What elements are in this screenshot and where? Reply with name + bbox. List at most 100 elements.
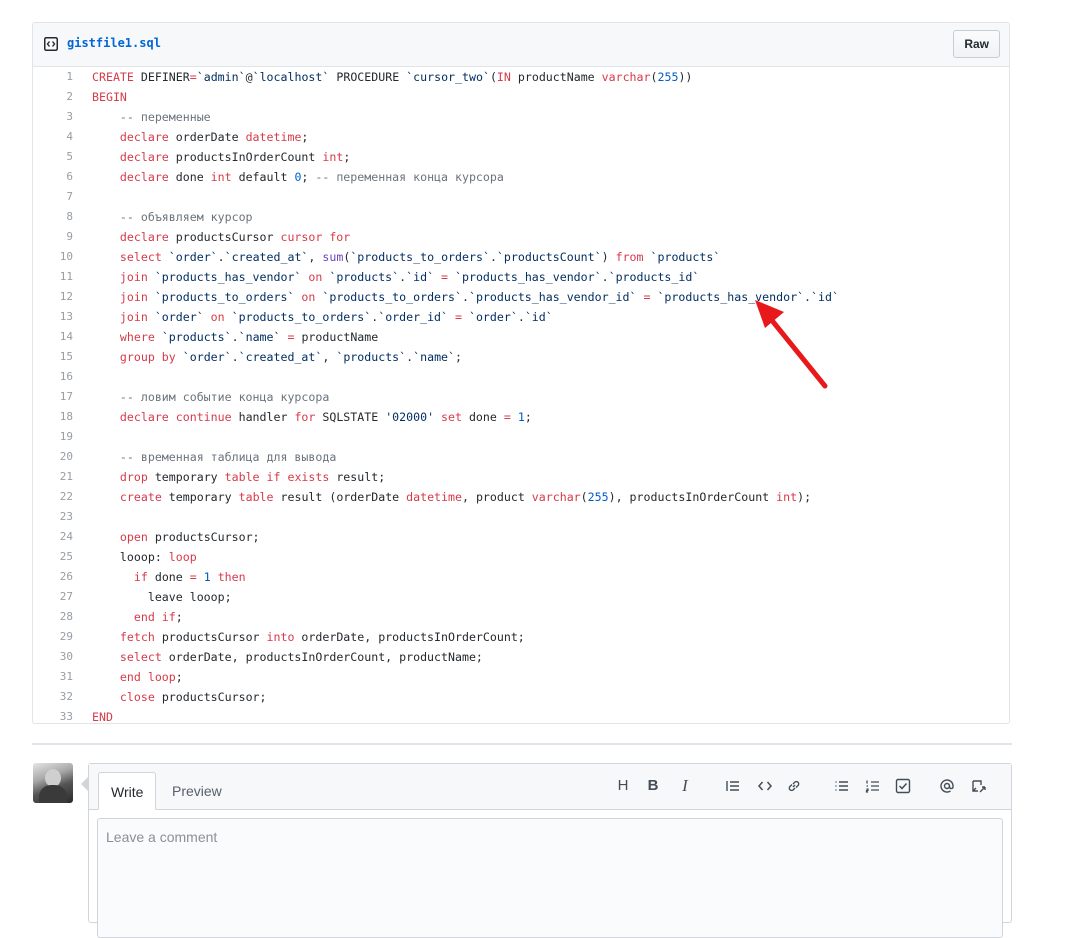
line-number[interactable]: 2 [33,87,73,107]
code-token: ; [301,170,316,184]
code-line: 8 -- объявляем курсор [33,207,1009,227]
heading-tool[interactable]: H [613,776,633,796]
comment-textarea[interactable]: Leave a comment [97,818,1003,938]
line-number[interactable]: 23 [33,507,73,527]
tab-preview[interactable]: Preview [160,772,234,809]
line-number[interactable]: 13 [33,307,73,327]
line-number[interactable]: 10 [33,247,73,267]
task-list-icon[interactable] [893,776,913,796]
line-content: leave looop; [92,587,232,607]
code-token: where [119,330,162,344]
line-number[interactable]: 8 [33,207,73,227]
line-number[interactable]: 14 [33,327,73,347]
red-arrow-annotation [755,300,828,389]
code-token: group by [119,350,183,364]
line-number[interactable]: 11 [33,267,73,287]
code-token: )) [678,70,693,84]
code-token: on [301,290,323,304]
mention-icon[interactable] [937,776,957,796]
code-token: . [217,250,225,264]
line-number[interactable]: 31 [33,667,73,687]
line-number[interactable]: 33 [33,707,73,727]
code-token: result (orderDate [280,490,407,504]
line-content: -- объявляем курсор [92,207,253,227]
line-number[interactable]: 9 [33,227,73,247]
code-token: `order` [468,310,518,324]
reference-icon[interactable] [969,776,989,796]
line-content: -- ловим событие конца курсора [92,387,329,407]
numbered-list-icon[interactable] [863,776,883,796]
code-token: `products_has_vendor_id` [468,290,644,304]
line-number[interactable]: 28 [33,607,73,627]
code-token: ); [797,490,812,504]
code-line: 1 CREATE DEFINER=`admin`@`localhost` PROC… [33,67,1009,87]
code-token: , [308,250,323,264]
quote-icon[interactable] [723,776,743,796]
line-number[interactable]: 5 [33,147,73,167]
line-number[interactable]: 32 [33,687,73,707]
code-line: 18 declare continue handler for SQLSTATE… [33,407,1009,427]
code-token: productName [517,70,602,84]
line-number[interactable]: 27 [33,587,73,607]
line-number[interactable]: 22 [33,487,73,507]
line-number[interactable]: 24 [33,527,73,547]
code-token: `order` [182,350,232,364]
line-number[interactable]: 19 [33,427,73,447]
line-number[interactable]: 3 [33,107,73,127]
code-token: `order` [154,310,211,324]
line-number[interactable]: 1 [33,67,73,87]
bold-tool[interactable]: B [643,776,663,796]
line-number[interactable]: 12 [33,287,73,307]
code-line: 23 [33,507,1009,527]
code-icon[interactable] [755,776,775,796]
line-number[interactable]: 30 [33,647,73,667]
link-icon[interactable] [784,776,804,796]
code-token: set [441,410,469,424]
code-token: 255 [587,490,609,504]
tab-write[interactable]: Write [98,772,157,810]
line-number[interactable]: 21 [33,467,73,487]
line-number[interactable]: 29 [33,627,73,647]
line-number[interactable]: 20 [33,447,73,467]
line-content: drop temporary table if exists result; [92,467,385,487]
line-number[interactable]: 6 [33,167,73,187]
code-token: `localhost` [252,70,337,84]
file-name-link[interactable]: gistfile1.sql [67,36,161,50]
raw-button[interactable]: Raw [953,30,1000,58]
code-line: 3 -- переменные [33,107,1009,127]
line-number[interactable]: 18 [33,407,73,427]
code-token: , [322,350,337,364]
italic-tool[interactable]: I [675,776,695,796]
line-number[interactable]: 4 [33,127,73,147]
code-line: 2 BEGIN [33,87,1009,107]
code-token: -- объявляем курсор [92,210,253,224]
code-token: ( [580,490,588,504]
code-token: . [231,330,239,344]
line-content: declare productsCursor cursor for [92,227,350,247]
line-number[interactable]: 26 [33,567,73,587]
line-number[interactable]: 16 [33,367,73,387]
code-token: `products_to_orders` [322,290,462,304]
code-token: looop: [92,550,169,564]
user-avatar[interactable] [33,763,73,803]
line-number[interactable]: 7 [33,187,73,207]
code-line: 15 group by `order`.`created_at`, `produ… [33,347,1009,367]
code-token: varchar [531,490,581,504]
line-number[interactable]: 17 [33,387,73,407]
line-number[interactable]: 25 [33,547,73,567]
code-token: `admin` [196,70,246,84]
bulleted-list-icon[interactable] [832,776,852,796]
code-line: 11 join `products_has_vendor` on `produc… [33,267,1009,287]
code-token: -- временная таблица для вывода [92,450,337,464]
code-token: on [308,270,330,284]
line-content: -- временная таблица для вывода [92,447,336,467]
code-token: `products_to_orders` [350,250,490,264]
line-number[interactable]: 15 [33,347,73,367]
